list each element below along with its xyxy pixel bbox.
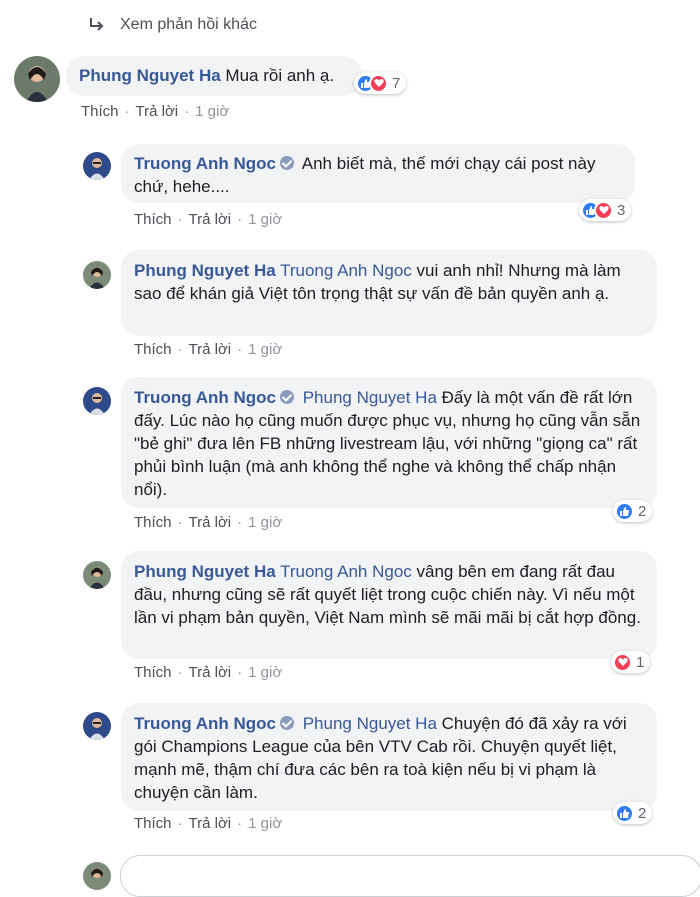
avatar[interactable] [83, 561, 111, 589]
verified-badge-icon [279, 156, 294, 170]
comment-author[interactable]: Truong Anh Ngoc [134, 388, 276, 407]
comment-time[interactable]: 1 giờ [248, 664, 282, 681]
like-reaction-icon [615, 803, 634, 823]
reaction-summary[interactable]: 3 [579, 199, 632, 221]
comment-actions: Thích · Trả lời · 1 giờ [134, 341, 283, 358]
comment-bubble: Phung Nguyet Ha Truong Anh Ngoc vâng bên… [121, 551, 657, 659]
reply-link[interactable]: Trả lời [189, 211, 232, 228]
comment-actions: Thích · Trả lời · 1 giờ [134, 211, 283, 228]
like-link[interactable]: Thích [134, 211, 172, 228]
like-link[interactable]: Thích [134, 341, 172, 358]
reply-link[interactable]: Trả lời [189, 815, 232, 832]
comment-bubble: Phung Nguyet Ha Mua rồi anh ạ. [66, 56, 362, 96]
mention-tag[interactable]: Phung Nguyet Ha [303, 388, 437, 407]
avatar[interactable] [14, 56, 60, 102]
love-reaction-icon [369, 73, 388, 93]
avatar[interactable] [83, 152, 111, 180]
comment-actions: Thích · Trả lời · 1 giờ [134, 664, 283, 681]
reaction-summary[interactable]: 7 [354, 72, 407, 94]
reaction-count: 7 [392, 74, 401, 92]
comment-bubble: Truong Anh Ngoc Phung Nguyet Ha Đấy là m… [121, 377, 657, 508]
like-link[interactable]: Thích [81, 103, 119, 120]
view-more-replies-link[interactable]: Xem phản hồi khác [88, 16, 257, 34]
like-reaction-icon [615, 501, 634, 521]
reply-arrow-icon [90, 18, 104, 31]
comment-time[interactable]: 1 giờ [248, 341, 282, 358]
mention-tag[interactable]: Phung Nguyet Ha [303, 714, 437, 733]
comment-bubble: Phung Nguyet Ha Truong Anh Ngoc vui anh … [121, 250, 657, 336]
comment-author[interactable]: Truong Anh Ngoc [134, 154, 276, 173]
reaction-summary[interactable]: 2 [613, 802, 653, 824]
avatar [83, 862, 111, 890]
reply-link[interactable]: Trả lời [189, 514, 232, 531]
comment-time[interactable]: 1 giờ [248, 514, 282, 531]
comment-bubble: Truong Anh Ngoc Anh biết mà, thế mới chạ… [121, 144, 635, 203]
like-link[interactable]: Thích [134, 815, 172, 832]
avatar[interactable] [83, 712, 111, 740]
reply-link[interactable]: Trả lời [136, 103, 179, 120]
reply-link[interactable]: Trả lời [189, 341, 232, 358]
verified-badge-icon [279, 390, 294, 404]
verified-badge-icon [279, 716, 294, 730]
avatar[interactable] [83, 261, 111, 289]
comment-actions: Thích · Trả lời · 1 giờ [134, 815, 283, 832]
avatar[interactable] [83, 387, 111, 415]
comment-time[interactable]: 1 giờ [195, 103, 229, 120]
reaction-summary[interactable]: 2 [613, 500, 653, 522]
view-more-replies-label: Xem phản hồi khác [120, 16, 257, 33]
reply-input[interactable] [120, 855, 700, 897]
comment-author[interactable]: Phung Nguyet Ha [134, 562, 276, 581]
reaction-count: 1 [636, 653, 645, 671]
comment-author[interactable]: Phung Nguyet Ha [134, 261, 276, 280]
comment-author[interactable]: Truong Anh Ngoc [134, 714, 276, 733]
reply-link[interactable]: Trả lời [189, 664, 232, 681]
love-reaction-icon [613, 652, 632, 672]
comment-actions: Thích · Trả lời · 1 giờ [81, 103, 230, 120]
reaction-count: 2 [638, 502, 647, 520]
reaction-summary[interactable]: 1 [611, 651, 651, 673]
comment-text: Mua rồi anh ạ. [225, 66, 335, 85]
like-link[interactable]: Thích [134, 664, 172, 681]
love-reaction-icon [594, 200, 613, 220]
mention-tag[interactable]: Truong Anh Ngoc [280, 562, 412, 581]
comment-bubble: Truong Anh Ngoc Phung Nguyet Ha Chuyện đ… [121, 703, 657, 811]
comment-author[interactable]: Phung Nguyet Ha [79, 66, 221, 85]
reaction-count: 3 [617, 201, 626, 219]
reaction-count: 2 [638, 804, 647, 822]
comment-actions: Thích · Trả lời · 1 giờ [134, 514, 283, 531]
comment-time[interactable]: 1 giờ [248, 211, 282, 228]
mention-tag[interactable]: Truong Anh Ngoc [280, 261, 412, 280]
comment-time[interactable]: 1 giờ [248, 815, 282, 832]
like-link[interactable]: Thích [134, 514, 172, 531]
